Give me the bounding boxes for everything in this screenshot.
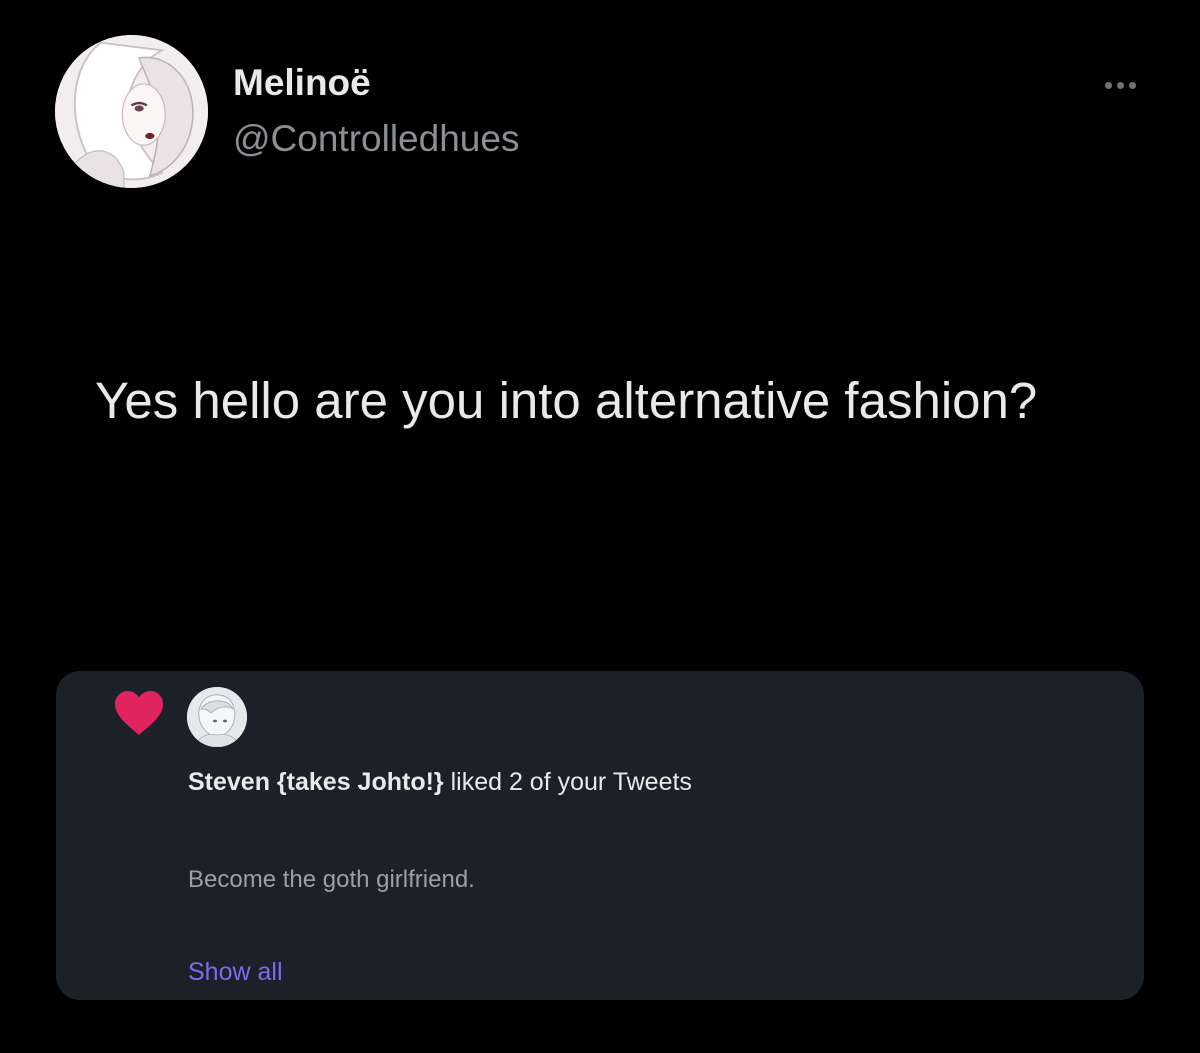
more-horizontal-icon (1104, 81, 1112, 89)
show-all-link[interactable]: Show all (188, 958, 283, 987)
more-horizontal-icon-dot (1116, 81, 1124, 89)
author-avatar[interactable] (55, 35, 208, 188)
author-handle[interactable]: @Controlledhues (233, 118, 519, 160)
like-notification-text: Steven {takes Johto!} liked 2 of your Tw… (188, 768, 692, 797)
tweet-text: Yes hello are you into alternative fashi… (95, 372, 1038, 429)
anime-character-avatar-image (187, 687, 247, 747)
author-display-name[interactable]: Melinoë (233, 62, 371, 104)
more-horizontal-icon-dot (1128, 81, 1136, 89)
anime-illustration-avatar-image (55, 35, 208, 188)
liker-avatar[interactable] (187, 687, 247, 747)
liked-tweet-snippet[interactable]: Become the goth girlfriend. (188, 866, 475, 894)
liker-name[interactable]: Steven {takes Johto!} (188, 768, 444, 796)
like-action-text: liked 2 of your Tweets (443, 768, 692, 796)
heart-icon (115, 691, 163, 735)
more-options-button[interactable] (1092, 70, 1148, 100)
